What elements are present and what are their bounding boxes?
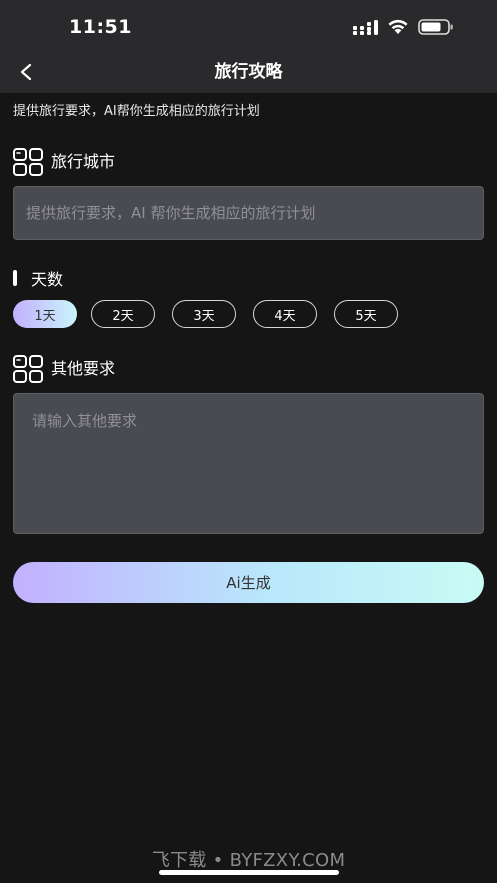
city-section-header: 旅行城市 (13, 147, 115, 177)
section-marker (13, 270, 17, 286)
page-title: 旅行攻略 (214, 62, 283, 82)
status-bar: 11:51 (0, 0, 497, 52)
day-option-4[interactable]: 4天 (253, 300, 317, 328)
days-section-title: 天数 (31, 270, 64, 289)
day-option-3[interactable]: 3天 (172, 300, 236, 328)
wifi-icon (388, 19, 408, 34)
grid-icon (13, 355, 43, 383)
other-section-header: 其他要求 (13, 354, 115, 384)
ai-generate-button[interactable]: Ai生成 (13, 562, 484, 603)
other-section-title: 其他要求 (51, 359, 116, 378)
home-indicator (159, 870, 339, 875)
city-section-title: 旅行城市 (51, 152, 116, 171)
grid-icon (13, 148, 43, 176)
day-option-5[interactable]: 5天 (334, 300, 398, 328)
cellular-signal-icon (353, 20, 378, 35)
page-description: 提供旅行要求，AI帮你生成相应的旅行计划 (13, 104, 260, 119)
days-section-header: 天数 (13, 266, 63, 290)
status-time: 11:51 (69, 16, 132, 38)
day-option-2[interactable]: 2天 (91, 300, 155, 328)
other-requirements-textarea[interactable] (13, 393, 484, 534)
battery-icon (418, 19, 453, 35)
header-area: 11:51 旅行攻略 (0, 0, 497, 93)
app-screen: 11:51 旅行攻略 提供旅行要求，AI帮你生成相应的旅行计划 旅行城市 提供旅… (0, 0, 497, 883)
day-option-1[interactable]: 1天 (13, 300, 77, 328)
navigation-bar: 旅行攻略 (0, 52, 497, 93)
travel-city-input[interactable] (13, 186, 484, 240)
